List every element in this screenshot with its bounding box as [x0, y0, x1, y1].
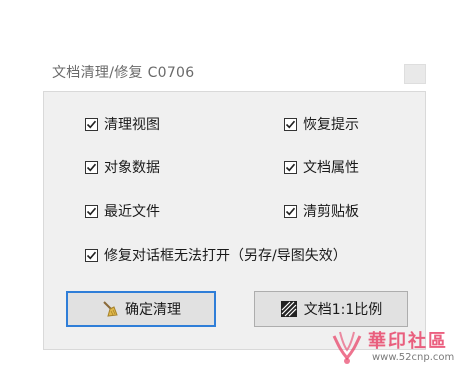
- checkbox-restore-prompts[interactable]: 恢复提示: [284, 114, 359, 134]
- watermark-name: 華印社區: [368, 331, 448, 352]
- checkbox-checked-icon: [85, 204, 98, 218]
- checkbox-label: 对象数据: [104, 160, 160, 176]
- checkbox-document-properties[interactable]: 文档属性: [284, 157, 359, 177]
- watermark-logo-icon: [332, 331, 362, 364]
- dialog-title: 文档清理/修复 C0706: [52, 65, 195, 81]
- document-ratio-label: 文档1:1比例: [303, 302, 383, 318]
- broom-icon: [101, 300, 119, 318]
- checkbox-checked-icon: [85, 117, 98, 131]
- checkbox-label: 最近文件: [104, 204, 160, 220]
- checkbox-recent-files[interactable]: 最近文件: [85, 201, 160, 221]
- checkbox-label: 恢复提示: [303, 117, 359, 133]
- watermark-url: www.52cnp.com: [372, 352, 455, 363]
- confirm-clean-button[interactable]: 确定清理: [66, 291, 216, 327]
- checkbox-checked-icon: [284, 117, 297, 131]
- checkbox-label: 修复对话框无法打开（另存/导图失效）: [104, 248, 347, 264]
- checkbox-repair-dialogs[interactable]: 修复对话框无法打开（另存/导图失效）: [85, 245, 347, 265]
- close-button[interactable]: [404, 64, 426, 84]
- checkbox-object-data[interactable]: 对象数据: [85, 157, 160, 177]
- checkbox-checked-icon: [85, 160, 98, 174]
- checkbox-checked-icon: [284, 204, 297, 218]
- checkbox-clean-views[interactable]: 清理视图: [85, 114, 160, 134]
- checkbox-checked-icon: [284, 160, 297, 174]
- checkbox-label: 文档属性: [303, 160, 359, 176]
- checkbox-label: 清剪贴板: [303, 204, 359, 220]
- checkbox-clear-clipboard[interactable]: 清剪贴板: [284, 201, 359, 221]
- document-1-1-ratio-button[interactable]: 文档1:1比例: [254, 291, 408, 327]
- checkbox-label: 清理视图: [104, 117, 160, 133]
- checkbox-checked-icon: [85, 248, 98, 262]
- confirm-clean-label: 确定清理: [125, 302, 181, 318]
- site-watermark: 華印社區 www.52cnp.com: [328, 326, 458, 370]
- page: 文档清理/修复 C0706 清理视图 恢复提示 对象数据 文档属性 最近文件 清…: [0, 0, 459, 371]
- hatched-ratio-icon: [280, 300, 298, 318]
